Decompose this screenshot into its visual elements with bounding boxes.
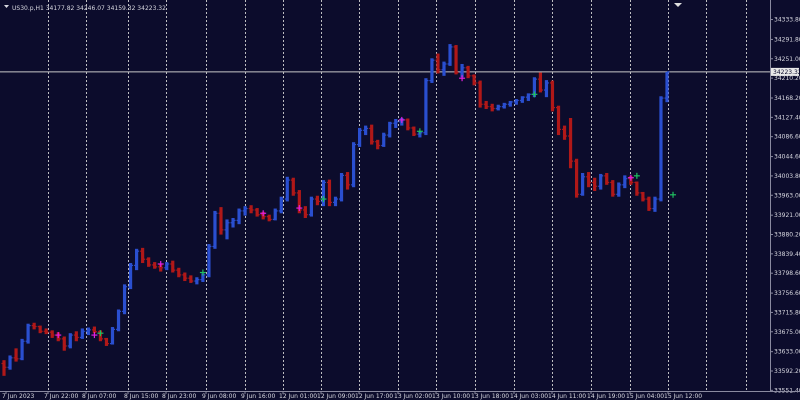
price-axis[interactable]: 34333.80 34291.80 34251.00 34210.20 34168.20… [770, 0, 800, 394]
time-tick-label: 14 Jun 11:00 [548, 393, 586, 400]
price-chart[interactable]: 34333.80 34291.80 34251.00 34210.20 34168.20… [0, 0, 800, 400]
price-tick-label: 34003.80 [774, 173, 800, 180]
time-tick-label: 15 Jun 04:00 [626, 393, 664, 400]
chart-window[interactable]: 34333.80 34291.80 34251.00 34210.20 34168.20… [0, 0, 800, 400]
time-tick-label: 13 Jun 10:00 [432, 393, 470, 400]
price-tick-label: 34291.80 [774, 36, 800, 43]
price-tick-label: 34127.40 [774, 114, 800, 121]
price-tick-label: 34210.20 [774, 75, 800, 82]
time-tick-label: 14 Jun 19:00 [587, 393, 625, 400]
time-tick-label: 13 Jun 02:00 [394, 393, 432, 400]
price-tick-label: 33880.20 [774, 232, 800, 239]
current-price-label: 34223.32 [773, 69, 800, 76]
time-tick-label: 12 Jun 17:00 [355, 393, 393, 400]
time-tick-label: 12 Jun 01:00 [279, 393, 317, 400]
price-tick-label: 33592.20 [774, 368, 800, 375]
price-tick-label: 33633.00 [774, 349, 800, 356]
price-tick-label: 33921.00 [774, 212, 800, 219]
time-tick-label: 13 Jun 18:00 [471, 393, 509, 400]
price-tick-label: 33839.40 [774, 251, 800, 258]
price-tick-label: 33756.60 [774, 290, 800, 297]
symbol-info: US30.p,H1 34177.82 34246.07 34159.32 342… [12, 5, 166, 12]
time-tick-label: 14 Jun 03:00 [510, 393, 548, 400]
price-tick-label: 34168.20 [774, 95, 800, 102]
time-tick-label: 7 Jun 22:00 [44, 393, 78, 400]
time-tick-label: 9 Jun 08:00 [202, 393, 236, 400]
time-tick-label: 7 Jun 2023 [2, 393, 34, 400]
price-tick-label: 34044.60 [774, 154, 800, 161]
time-tick-label: 12 Jun 09:00 [317, 393, 355, 400]
price-tick-label: 34333.80 [774, 17, 800, 24]
time-tick-label: 8 Jun 07:00 [82, 393, 116, 400]
price-tick-label: 33675.00 [774, 329, 800, 336]
current-price-badge: 34223.32 [771, 67, 800, 76]
time-tick-label: 9 Jun 16:00 [241, 393, 275, 400]
price-tick-label: 33715.80 [774, 309, 800, 316]
price-tick-label: 33963.00 [774, 192, 800, 199]
time-tick-label: 8 Jun 23:00 [162, 393, 196, 400]
time-tick-label: 8 Jun 15:00 [124, 393, 158, 400]
time-tick-label: 15 Jun 12:00 [664, 393, 702, 400]
chart-background [0, 0, 800, 400]
price-tick-label: 33798.60 [774, 270, 800, 277]
price-tick-label: 33551.40 [774, 387, 800, 394]
price-tick-label: 34251.00 [774, 56, 800, 63]
price-tick-label: 34086.60 [774, 134, 800, 141]
